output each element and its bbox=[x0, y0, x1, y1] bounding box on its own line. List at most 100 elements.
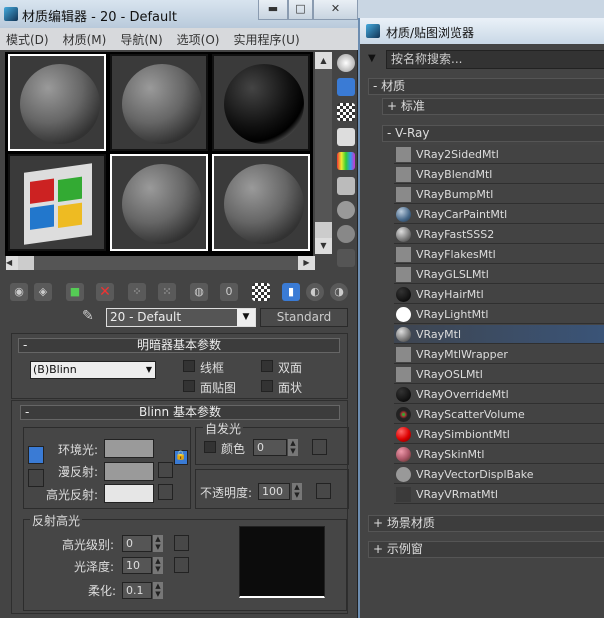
material-list-item[interactable]: VRayMtlWrapper bbox=[394, 345, 604, 364]
material-list-item[interactable]: VRayVectorDisplBake bbox=[394, 465, 604, 484]
opacity-map-button[interactable] bbox=[316, 483, 331, 499]
put-to-library-icon[interactable]: ◍ bbox=[190, 283, 208, 301]
self-illum-value-input[interactable]: 0 bbox=[253, 439, 287, 456]
spinner-arrows-icon[interactable]: ▲ ▼ bbox=[292, 483, 302, 500]
material-list-item[interactable]: VRayOverrideMtl bbox=[394, 385, 604, 404]
gray-sphere-icon bbox=[396, 327, 411, 342]
material-list-item[interactable]: VRayFlakesMtl bbox=[394, 245, 604, 264]
horizontal-scrollbar[interactable]: ◀ ▶ bbox=[6, 256, 315, 270]
lock-diffuse-specular-toggle[interactable] bbox=[28, 469, 44, 487]
material-list-item[interactable]: VRayGLSLMtl bbox=[394, 265, 604, 284]
eyedropper-icon[interactable]: ✎ bbox=[82, 308, 94, 324]
category-vray[interactable]: - V-Ray bbox=[382, 125, 604, 142]
select-by-material-icon[interactable] bbox=[337, 225, 355, 243]
material-list-item[interactable]: VRayVRmatMtl bbox=[394, 485, 604, 504]
spinner-arrows-icon[interactable]: ▲ ▼ bbox=[153, 535, 163, 552]
material-list-item[interactable]: VRayScatterVolume bbox=[394, 405, 604, 424]
sample-type-icon[interactable] bbox=[337, 54, 355, 72]
menu-mode[interactable]: 模式(D) bbox=[6, 31, 49, 50]
category-standard[interactable]: + 标准 bbox=[382, 98, 604, 115]
vertical-scrollbar[interactable]: ▲ ▼ bbox=[315, 52, 332, 254]
diffuse-color-swatch[interactable] bbox=[104, 462, 154, 481]
go-to-parent-icon[interactable]: ◐ bbox=[306, 283, 324, 301]
material-list-item[interactable]: VRayHairMtl bbox=[394, 285, 604, 304]
spinner-arrows-icon[interactable]: ▲ ▼ bbox=[153, 582, 163, 599]
two-sided-checkbox[interactable] bbox=[261, 360, 273, 372]
sample-slot[interactable] bbox=[212, 154, 310, 251]
glossiness-input[interactable]: 10 bbox=[122, 557, 152, 574]
menu-navigation[interactable]: 导航(N) bbox=[120, 31, 162, 50]
material-type-button[interactable]: Standard bbox=[260, 308, 348, 327]
material-name-dropdown[interactable]: 20 - Default ▼ bbox=[106, 308, 256, 327]
close-button[interactable]: ✕ bbox=[313, 0, 358, 20]
face-map-checkbox[interactable] bbox=[183, 380, 195, 392]
delete-icon[interactable]: ✕ bbox=[96, 283, 114, 301]
assign-to-selection-icon[interactable]: ■ bbox=[66, 283, 84, 301]
rollout-header[interactable]: - Blinn 基本参数 bbox=[20, 405, 340, 420]
material-list-item[interactable]: VRaySkinMtl bbox=[394, 445, 604, 464]
spinner-arrows-icon[interactable]: ▲ ▼ bbox=[153, 557, 163, 574]
soften-input[interactable]: 0.1 bbox=[122, 582, 152, 599]
material-list-item[interactable]: VRayMtl bbox=[394, 325, 604, 344]
faceted-checkbox[interactable] bbox=[261, 380, 273, 392]
show-map-in-viewport-icon[interactable] bbox=[252, 283, 270, 301]
specular-level-map-button[interactable] bbox=[174, 535, 189, 551]
material-id-icon[interactable]: 0 bbox=[220, 283, 238, 301]
backlight-icon[interactable] bbox=[337, 78, 355, 96]
sample-uv-tiling-icon[interactable] bbox=[337, 128, 355, 146]
material-map-navigator-icon[interactable] bbox=[337, 249, 355, 267]
menu-options[interactable]: 选项(O) bbox=[177, 31, 220, 50]
put-to-scene-icon[interactable]: ◈ bbox=[34, 283, 52, 301]
options-icon[interactable] bbox=[337, 201, 355, 219]
diffuse-map-button[interactable] bbox=[158, 462, 173, 478]
specular-level-input[interactable]: 0 bbox=[122, 535, 152, 552]
material-list-item[interactable]: VRayBumpMtl bbox=[394, 185, 604, 204]
material-list-item[interactable]: VRayBlendMtl bbox=[394, 165, 604, 184]
material-list-item-label: VRayMtlWrapper bbox=[416, 348, 508, 361]
make-copy-icon[interactable]: ⁘ bbox=[128, 283, 146, 301]
rollout-header[interactable]: - 明暗器基本参数 bbox=[18, 338, 340, 353]
maximize-button[interactable]: □ bbox=[288, 0, 313, 20]
sample-slot[interactable] bbox=[8, 54, 106, 151]
glossiness-map-button[interactable] bbox=[174, 557, 189, 573]
wire-checkbox[interactable] bbox=[183, 360, 195, 372]
self-illum-map-button[interactable] bbox=[312, 439, 327, 455]
category-materials[interactable]: - 材质 bbox=[368, 78, 604, 95]
material-list-item-label: VRay2SidedMtl bbox=[416, 148, 499, 161]
background-checker-icon[interactable] bbox=[337, 103, 355, 121]
sample-slot[interactable] bbox=[110, 154, 208, 251]
sample-slot[interactable] bbox=[212, 54, 310, 151]
opacity-input[interactable]: 100 bbox=[258, 483, 290, 500]
self-illum-color-checkbox[interactable] bbox=[204, 441, 216, 453]
make-unique-icon[interactable]: ⁙ bbox=[158, 283, 176, 301]
specular-map-button[interactable] bbox=[158, 484, 173, 500]
show-end-result-icon[interactable]: ▮ bbox=[282, 283, 300, 301]
material-list-item[interactable]: VRayLightMtl bbox=[394, 305, 604, 324]
sample-slot[interactable] bbox=[8, 154, 106, 251]
material-list-item[interactable]: VRayCarPaintMtl bbox=[394, 205, 604, 224]
minimize-button[interactable]: ▬ bbox=[258, 0, 288, 20]
material-list-item[interactable]: VRaySimbiontMtl bbox=[394, 425, 604, 444]
lock-icon[interactable]: 🔒 bbox=[174, 450, 188, 465]
menu-utilities[interactable]: 实用程序(U) bbox=[233, 31, 299, 50]
get-material-icon[interactable]: ◉ bbox=[10, 283, 28, 301]
browser-title: 材质/贴图浏览器 bbox=[386, 26, 475, 40]
browser-options-icon[interactable]: ▼ bbox=[368, 53, 376, 64]
go-forward-sibling-icon[interactable]: ◑ bbox=[330, 283, 348, 301]
search-input[interactable]: 按名称搜索... bbox=[386, 50, 604, 69]
category-sample-slots[interactable]: + 示例窗 bbox=[368, 541, 604, 558]
video-color-check-icon[interactable] bbox=[337, 152, 355, 170]
material-list-item[interactable]: VRayOSLMtl bbox=[394, 365, 604, 384]
specular-color-swatch[interactable] bbox=[104, 484, 154, 503]
sample-slot[interactable] bbox=[110, 54, 208, 151]
material-list-item[interactable]: VRay2SidedMtl bbox=[394, 145, 604, 164]
material-list-item[interactable]: VRayFastSSS2 bbox=[394, 225, 604, 244]
ambient-color-swatch[interactable] bbox=[104, 439, 154, 458]
category-scene-materials[interactable]: + 场景材质 bbox=[368, 515, 604, 532]
lock-ambient-diffuse-toggle[interactable] bbox=[28, 446, 44, 464]
red-sphere-icon bbox=[396, 427, 411, 442]
shader-dropdown[interactable]: (B)Blinn ▼ bbox=[30, 361, 156, 379]
spinner-arrows-icon[interactable]: ▲ ▼ bbox=[288, 439, 298, 456]
menu-material[interactable]: 材质(M) bbox=[63, 31, 107, 50]
make-preview-icon[interactable] bbox=[337, 177, 355, 195]
